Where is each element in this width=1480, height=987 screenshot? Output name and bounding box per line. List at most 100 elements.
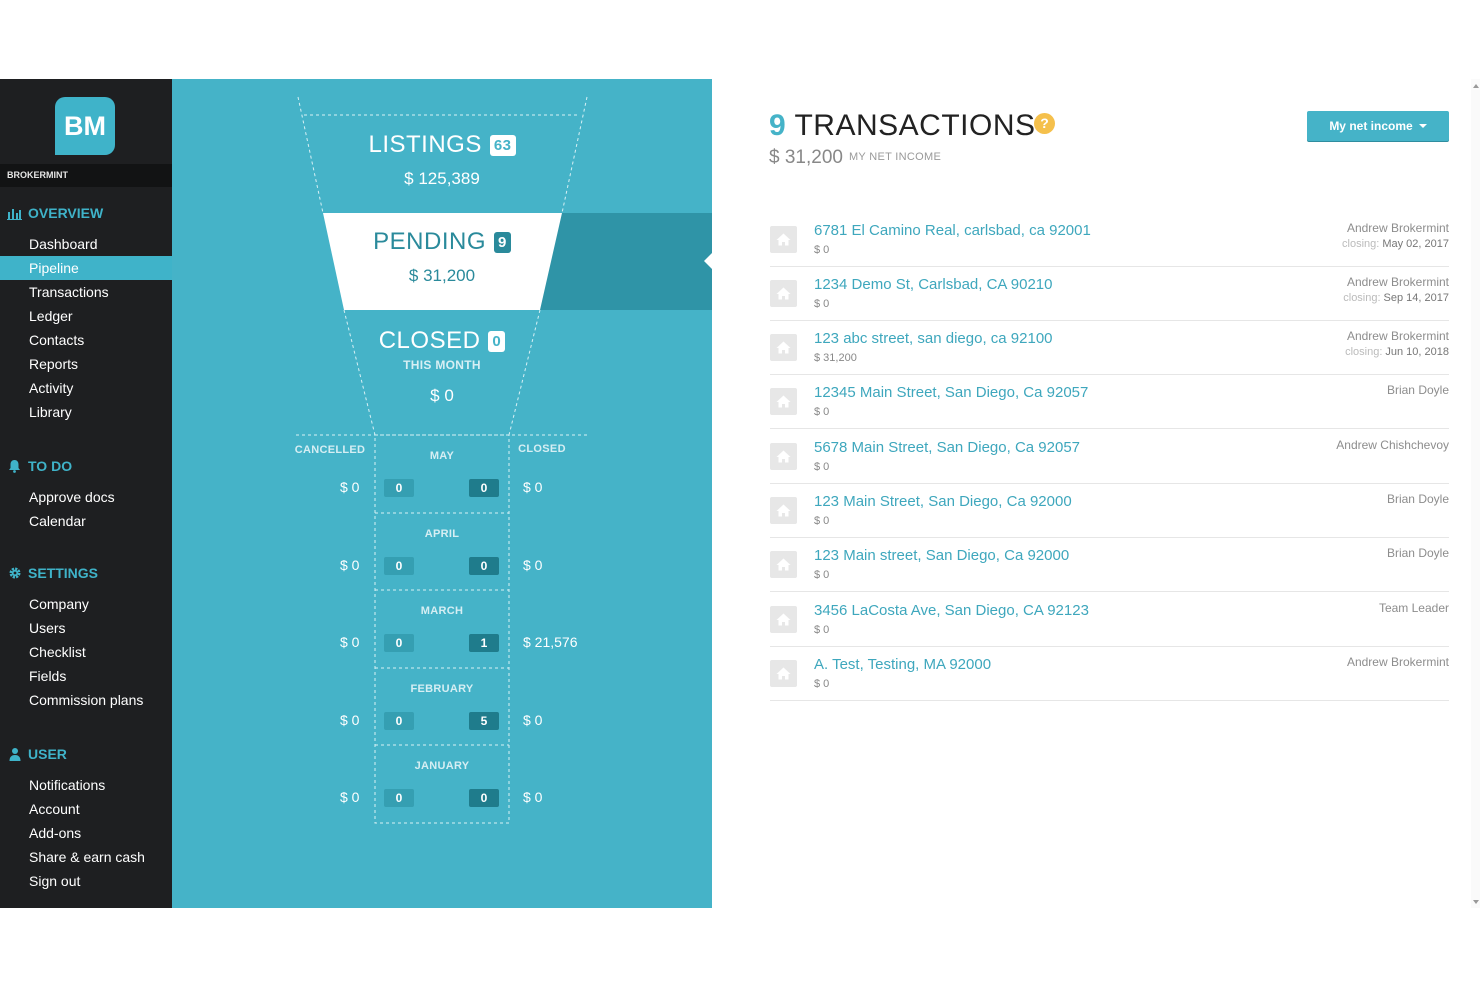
month-closed-count[interactable]: 0 xyxy=(469,789,499,807)
transaction-address-link[interactable]: 1234 Demo St, Carlsbad, CA 90210 xyxy=(814,276,1052,293)
brand-logo[interactable]: BM xyxy=(55,97,115,155)
closing-date: Sep 14, 2017 xyxy=(1383,292,1449,304)
transactions-panel: 9 TRANSACTIONS ? $ 31,200 MY NET INCOME M… xyxy=(712,79,1480,908)
month-closed-count[interactable]: 1 xyxy=(469,634,499,652)
sidebar-item-notifications[interactable]: Notifications xyxy=(0,773,172,797)
net-income-label: MY NET INCOME xyxy=(848,151,942,163)
sidebar-item-add-ons[interactable]: Add-ons xyxy=(0,821,172,845)
stage-amount: $ 31,200 xyxy=(408,266,476,285)
net-income-dropdown-button[interactable]: My net income xyxy=(1307,111,1449,141)
closing-label: closing: xyxy=(1345,346,1383,358)
column-cancelled-header: CANCELLED xyxy=(294,444,366,456)
stage-sublabel: THIS MONTH xyxy=(403,358,481,372)
section-todo: TO DO xyxy=(7,458,72,474)
month-label: MARCH xyxy=(420,605,464,617)
house-icon xyxy=(770,226,797,253)
stage-pending[interactable]: PENDING 9 $ 31,200 xyxy=(322,228,562,286)
house-icon xyxy=(770,280,797,307)
month-closed-count[interactable]: 0 xyxy=(469,557,499,575)
sidebar-item-ledger[interactable]: Ledger xyxy=(0,304,172,328)
transaction-address-link[interactable]: 5678 Main Street, San Diego, Ca 92057 xyxy=(814,439,1080,456)
help-icon[interactable]: ? xyxy=(1034,113,1055,134)
scroll-down-arrow-icon[interactable] xyxy=(1473,900,1479,904)
month-cancelled-amount: $ 0 xyxy=(340,634,360,650)
sidebar-item-fields[interactable]: Fields xyxy=(0,664,172,688)
gear-icon xyxy=(7,566,22,580)
column-closed-header: CLOSED xyxy=(518,443,566,455)
transaction-row[interactable]: 123 abc street, san diego, ca 92100 $ 31… xyxy=(770,321,1449,375)
transaction-address-link[interactable]: 123 abc street, san diego, ca 92100 xyxy=(814,330,1053,347)
transaction-row[interactable]: 5678 Main Street, San Diego, Ca 92057 $ … xyxy=(770,430,1449,484)
scroll-up-arrow-icon[interactable] xyxy=(1473,84,1479,88)
sidebar-item-contacts[interactable]: Contacts xyxy=(0,328,172,352)
stage-count-badge: 63 xyxy=(489,134,516,156)
transaction-amount: $ 31,200 xyxy=(814,352,857,364)
transaction-address-link[interactable]: 123 Main street, San Diego, Ca 92000 xyxy=(814,547,1069,564)
sidebar-item-account[interactable]: Account xyxy=(0,797,172,821)
stage-count-badge: 0 xyxy=(488,330,506,352)
sidebar-item-share-earn-cash[interactable]: Share & earn cash xyxy=(0,845,172,869)
pipeline-funnel: LISTINGS 63 $ 125,389 PENDING 9 $ 31,200… xyxy=(172,79,712,908)
sidebar-item-dashboard[interactable]: Dashboard xyxy=(0,232,172,256)
section-user: USER xyxy=(7,746,67,762)
month-cancelled-count[interactable]: 0 xyxy=(384,712,414,730)
transaction-row[interactable]: 12345 Main Street, San Diego, Ca 92057 $… xyxy=(770,375,1449,429)
sidebar-item-transactions[interactable]: Transactions xyxy=(0,280,172,304)
section-overview: OVERVIEW xyxy=(7,205,103,221)
transaction-row[interactable]: 6781 El Camino Real, carlsbad, ca 92001 … xyxy=(770,213,1449,267)
transaction-row[interactable]: 123 Main street, San Diego, Ca 92000 $ 0… xyxy=(770,538,1449,592)
transaction-amount: $ 0 xyxy=(814,406,830,418)
month-closed-count[interactable]: 0 xyxy=(469,479,499,497)
house-icon xyxy=(770,551,797,578)
transaction-closing: closing: Sep 14, 2017 xyxy=(1343,292,1449,304)
sidebar-item-checklist[interactable]: Checklist xyxy=(0,640,172,664)
stage-closed[interactable]: CLOSED 0 THIS MONTH $ 0 xyxy=(322,327,562,406)
transaction-row[interactable]: 123 Main Street, San Diego, Ca 92000 $ 0… xyxy=(770,484,1449,538)
sidebar: BM BROKERMINT OVERVIEW Dashboard Pipelin… xyxy=(0,79,172,908)
sidebar-item-sign-out[interactable]: Sign out xyxy=(0,869,172,893)
net-income-amount: $ 31,200 xyxy=(769,147,843,168)
transaction-address-link[interactable]: 12345 Main Street, San Diego, Ca 92057 xyxy=(814,384,1088,401)
sidebar-item-approve-docs[interactable]: Approve docs xyxy=(0,485,172,509)
transaction-address-link[interactable]: A. Test, Testing, MA 92000 xyxy=(814,656,991,673)
closing-date: Jun 10, 2018 xyxy=(1385,346,1449,358)
stage-label: PENDING xyxy=(373,228,486,255)
page-title: 9 TRANSACTIONS xyxy=(769,109,1036,143)
month-label: JANUARY xyxy=(414,760,470,772)
transaction-agent: Brian Doyle xyxy=(1386,383,1449,397)
transaction-amount: $ 0 xyxy=(814,569,830,581)
transaction-agent: Andrew Chishchevoy xyxy=(1336,438,1449,452)
month-cancelled-count[interactable]: 0 xyxy=(384,789,414,807)
transaction-agent: Andrew Brokermint xyxy=(1346,655,1449,669)
sidebar-item-users[interactable]: Users xyxy=(0,616,172,640)
month-cancelled-count[interactable]: 0 xyxy=(384,557,414,575)
month-closed-amount: $ 0 xyxy=(523,712,543,728)
vertical-scrollbar[interactable] xyxy=(1471,79,1480,908)
transaction-address-link[interactable]: 3456 LaCosta Ave, San Diego, CA 92123 xyxy=(814,602,1089,619)
month-cancelled-count[interactable]: 0 xyxy=(384,634,414,652)
sidebar-item-calendar[interactable]: Calendar xyxy=(0,509,172,533)
section-title: SETTINGS xyxy=(28,565,99,581)
sidebar-item-company[interactable]: Company xyxy=(0,592,172,616)
transaction-row[interactable]: A. Test, Testing, MA 92000 $ 0 Andrew Br… xyxy=(770,647,1449,701)
sidebar-item-commission-plans[interactable]: Commission plans xyxy=(0,688,172,712)
sidebar-item-library[interactable]: Library xyxy=(0,400,172,424)
sidebar-item-pipeline[interactable]: Pipeline xyxy=(0,256,172,280)
transaction-address-link[interactable]: 6781 El Camino Real, carlsbad, ca 92001 xyxy=(814,222,1091,239)
house-icon xyxy=(770,443,797,470)
stage-listings[interactable]: LISTINGS 63 $ 125,389 xyxy=(322,131,562,189)
month-cancelled-amount: $ 0 xyxy=(340,712,360,728)
bar-chart-icon xyxy=(7,206,22,220)
caret-down-icon xyxy=(1418,124,1427,128)
month-label: APRIL xyxy=(424,528,460,540)
month-closed-amount: $ 0 xyxy=(523,789,543,805)
transaction-row[interactable]: 3456 LaCosta Ave, San Diego, CA 92123 $ … xyxy=(770,593,1449,647)
sidebar-item-reports[interactable]: Reports xyxy=(0,352,172,376)
month-cancelled-count[interactable]: 0 xyxy=(384,479,414,497)
transaction-row[interactable]: 1234 Demo St, Carlsbad, CA 90210 $ 0 And… xyxy=(770,267,1449,321)
month-closed-count[interactable]: 5 xyxy=(469,712,499,730)
stage-label: LISTINGS xyxy=(368,131,482,158)
section-title: TO DO xyxy=(28,458,73,474)
sidebar-item-activity[interactable]: Activity xyxy=(0,376,172,400)
transaction-address-link[interactable]: 123 Main Street, San Diego, Ca 92000 xyxy=(814,493,1072,510)
